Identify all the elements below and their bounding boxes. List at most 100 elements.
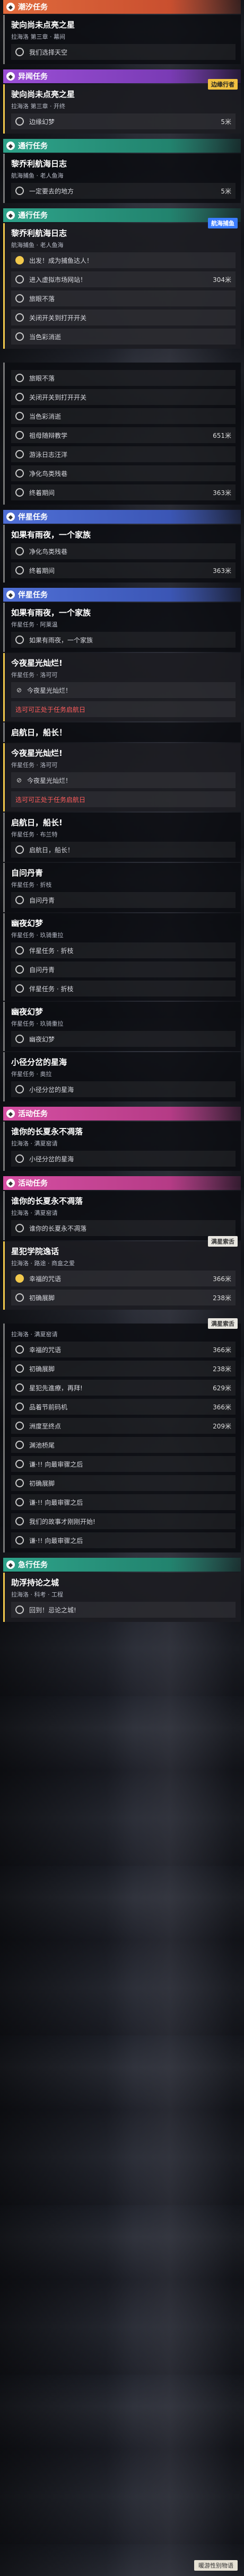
- quest-step[interactable]: 自问丹青: [11, 892, 236, 908]
- group-header[interactable]: ◆ 伴星任务: [3, 588, 241, 602]
- quest-card[interactable]: 如果有雨夜，一个家族 净化鸟类残巷 终着期间 363米: [3, 525, 241, 583]
- quest-step[interactable]: 谁你的长夏永不凋落: [11, 1220, 236, 1236]
- group-header[interactable]: ◆ 潮汐任务: [3, 0, 241, 14]
- quest-step[interactable]: 我们的故事才刚刚开始!: [11, 1513, 236, 1529]
- quest-step[interactable]: 净化鸟类残巷: [11, 465, 236, 481]
- quest-step[interactable]: 边缘幻梦 5米: [11, 113, 236, 129]
- quest-step[interactable]: 选可可正处于任务启航日: [11, 701, 236, 717]
- quest-step[interactable]: 如果有雨夜，一个家族: [11, 632, 236, 648]
- quest-step[interactable]: 初确展脚: [11, 1475, 236, 1491]
- quest-card[interactable]: 驶向尚未点亮之星 拉海洛 第三章 · 幕间 我们选择天空: [3, 15, 241, 64]
- quest-step[interactable]: 星犯先進療，再拜! 629米: [11, 1380, 236, 1396]
- group-header[interactable]: ◆ 通行任务: [3, 208, 241, 222]
- quest-card[interactable]: 旅眼不落关闭开关到打开开关当色彩消逝祖母随辩教学 651米 游泳日志汪洋 净化鸟类残巷…: [3, 363, 241, 505]
- quest-step[interactable]: 游泳日志汪洋: [11, 446, 236, 462]
- quest-step[interactable]: 一定要去的地方 5米: [11, 183, 236, 199]
- quest-step[interactable]: 回到！忌论之城!: [11, 1602, 236, 1618]
- quest-step[interactable]: 洲度至终点 209米: [11, 1418, 236, 1434]
- quest-subtitle: 伴星任务 · 折枝: [11, 881, 52, 888]
- step-status-icon: [15, 845, 24, 854]
- quest-title: 如果有雨夜，一个家族: [11, 608, 91, 617]
- quest-step[interactable]: 旅眼不落: [11, 290, 236, 306]
- quest-step-label: 星犯先進療，再拜!: [29, 1384, 83, 1392]
- quest-subtitle: 伴星任务 · 洛可可: [11, 762, 58, 769]
- step-status-icon: [15, 566, 24, 575]
- quest-step[interactable]: 旅眼不落: [11, 370, 236, 386]
- quest-step[interactable]: 渊池桥尾: [11, 1437, 236, 1453]
- quest-step[interactable]: 初确展脚 238米: [11, 1361, 236, 1377]
- quest-step[interactable]: 终着期间 363米: [11, 562, 236, 578]
- quest-step-label: 谁你的长夏永不凋落: [29, 1224, 87, 1232]
- quest-step-label: 幸福的咒语: [29, 1275, 62, 1283]
- group-header[interactable]: ◆ 异闻任务: [3, 69, 241, 83]
- quest-card[interactable]: 启航日，船长! 伴星任务 · 布兰特 启航日，船长！: [3, 813, 241, 862]
- quest-card[interactable]: 小径分岔的星海 伴星任务 · 奥拉 小径分岔的星海: [3, 1052, 241, 1101]
- step-status-icon: [15, 1274, 24, 1283]
- quest-step[interactable]: 出发！成为捕鱼达人！: [11, 252, 236, 268]
- quest-card[interactable]: 边缘行者 驶向尚未点亮之星 拉海洛 第三章 · 开终 边缘幻梦 5米: [3, 79, 241, 134]
- group-header-label: 活动任务: [18, 1179, 48, 1188]
- quest-card[interactable]: 满星索舌 星犯学院逸话 拉海洛 · 路途 · 商盒之爱 幸福的咒语 366米 初确展脚 23…: [3, 1236, 241, 1310]
- quest-group: ◆ 伴星任务 如果有雨夜，一个家族 净化鸟类残巷 终着期间 363米: [3, 510, 241, 583]
- quest-step[interactable]: 小径分岔的星海: [11, 1081, 236, 1097]
- quest-step[interactable]: 小径分岔的星海: [11, 1151, 236, 1167]
- quest-card[interactable]: 幽夜幻梦 伴星任务 · 玖骑重拉 伴星任务 · 折枝 自问丹青 伴星任务 · 折枝: [3, 913, 241, 1001]
- quest-card[interactable]: 自问丹青 伴星任务 · 折枝 自问丹青: [3, 863, 241, 912]
- quest-step[interactable]: 伴星任务 · 折枝: [11, 942, 236, 958]
- quest-card[interactable]: 航海捕鱼 黎乔利航海日志 航海捕鱼 · 老人鱼海 出发！成为捕鱼达人！ 进入虚拟市场网站…: [3, 218, 241, 349]
- quest-step[interactable]: 自问丹青: [11, 961, 236, 977]
- group-header[interactable]: ◆ 活动任务: [3, 1107, 241, 1121]
- quest-card[interactable]: 幽夜幻梦 伴星任务 · 玖骑重拉 幽夜幻梦: [3, 1002, 241, 1051]
- quest-step-label: 当色彩消逝: [29, 412, 62, 420]
- group-header[interactable]: ◆ 通行任务: [3, 139, 241, 153]
- quest-step[interactable]: 谦·!! 向最审骤之后: [11, 1532, 236, 1548]
- quest-card[interactable]: 今夜星光灿烂! 伴星任务 · 洛可可 ⊘ 今夜星光灿烂！ 选可可正处于任务启航日: [3, 653, 241, 721]
- quest-step-label: 边缘幻梦: [29, 118, 55, 126]
- quest-step[interactable]: 幽夜幻梦: [11, 1031, 236, 1047]
- quest-card[interactable]: 助浮持论之城 拉海洛 · 科考 · 工程 回到！忌论之城!: [3, 1573, 241, 1622]
- quest-card[interactable]: 如果有雨夜，一个家族 伴星任务 · 阿莱温 如果有雨夜，一个家族: [3, 603, 241, 652]
- quest-step[interactable]: 净化鸟类残巷: [11, 543, 236, 559]
- group-header-label: 通行任务: [18, 211, 48, 220]
- step-status-icon: [15, 984, 24, 993]
- quest-card[interactable]: 启航日，船长！: [3, 722, 241, 742]
- quest-card[interactable]: 黎乔利航海日志 航海捕鱼 · 老人鱼海 一定要去的地方 5米: [3, 154, 241, 203]
- quest-step[interactable]: 初确展脚 238米: [11, 1290, 236, 1305]
- quest-step[interactable]: 幸福的咒语 366米: [11, 1271, 236, 1286]
- quest-step[interactable]: 谦·!! 向最审骤之后: [11, 1494, 236, 1510]
- step-status-icon: [15, 294, 24, 303]
- quest-step[interactable]: 选可可正处于任务启航日: [11, 791, 236, 807]
- quest-title: 启航日，船长!: [11, 818, 63, 827]
- quest-step[interactable]: 我们选择天空: [11, 44, 236, 60]
- quest-step-label: 选可可正处于任务启航日: [15, 705, 86, 713]
- quest-step[interactable]: 启航日，船长！: [11, 842, 236, 858]
- quest-card[interactable]: 谁你的长夏永不凋落 拉海洛 · 满夏窑请 小径分岔的星海: [3, 1122, 241, 1171]
- quest-step[interactable]: 当色彩消逝: [11, 329, 236, 345]
- quest-step[interactable]: 品着节前码机 366米: [11, 1399, 236, 1415]
- quest-step-distance: 5米: [221, 118, 231, 126]
- quest-step-label: 自问丹青: [29, 896, 55, 904]
- group-header[interactable]: ◆ 活动任务: [3, 1176, 241, 1190]
- quest-title: 驶向尚未点亮之星: [11, 20, 75, 30]
- step-status-icon: [15, 393, 24, 401]
- quest-step[interactable]: 当色彩消逝: [11, 408, 236, 424]
- quest-step[interactable]: 关闭开关到打开开关: [11, 389, 236, 405]
- quest-card[interactable]: 满星索舌 拉海洛 · 满夏窑请 幸福的咒语 366米 初确展脚 238米 星犯先進療，再拜!…: [3, 1318, 241, 1552]
- group-header[interactable]: ◆ 伴星任务: [3, 510, 241, 524]
- quest-category-icon: ◆: [6, 1560, 15, 1569]
- quest-step[interactable]: ⊘ 今夜星光灿烂！: [11, 682, 236, 698]
- quest-step[interactable]: 谦·!! 向最审骤之后: [11, 1456, 236, 1472]
- quest-category-icon: ◆: [6, 590, 15, 599]
- quest-step-label: 初确展脚: [29, 1365, 55, 1373]
- quest-card[interactable]: 谁你的长夏永不凋落 拉海洛 · 满夏窑请 谁你的长夏永不凋落: [3, 1191, 241, 1240]
- quest-card[interactable]: 今夜星光灿烂! 伴星任务 · 洛可可 ⊘ 今夜星光灿烂！ 选可可正处于任务启航日: [3, 743, 241, 811]
- quest-step[interactable]: 祖母随辩教学 651米: [11, 427, 236, 443]
- quest-step[interactable]: 关闭开关到打开开关: [11, 310, 236, 325]
- quest-step[interactable]: ⊘ 今夜星光灿烂！: [11, 772, 236, 788]
- quest-step[interactable]: 幸福的咒语 366米: [11, 1342, 236, 1357]
- quest-step[interactable]: 终着期间 363米: [11, 484, 236, 500]
- quest-step[interactable]: 伴星任务 · 折枝: [11, 981, 236, 996]
- group-header[interactable]: ◆ 急行任务: [3, 1558, 241, 1572]
- quest-step-label: 启航日，船长！: [29, 846, 74, 854]
- quest-step[interactable]: 进入虚拟市场网站！ 304米: [11, 271, 236, 287]
